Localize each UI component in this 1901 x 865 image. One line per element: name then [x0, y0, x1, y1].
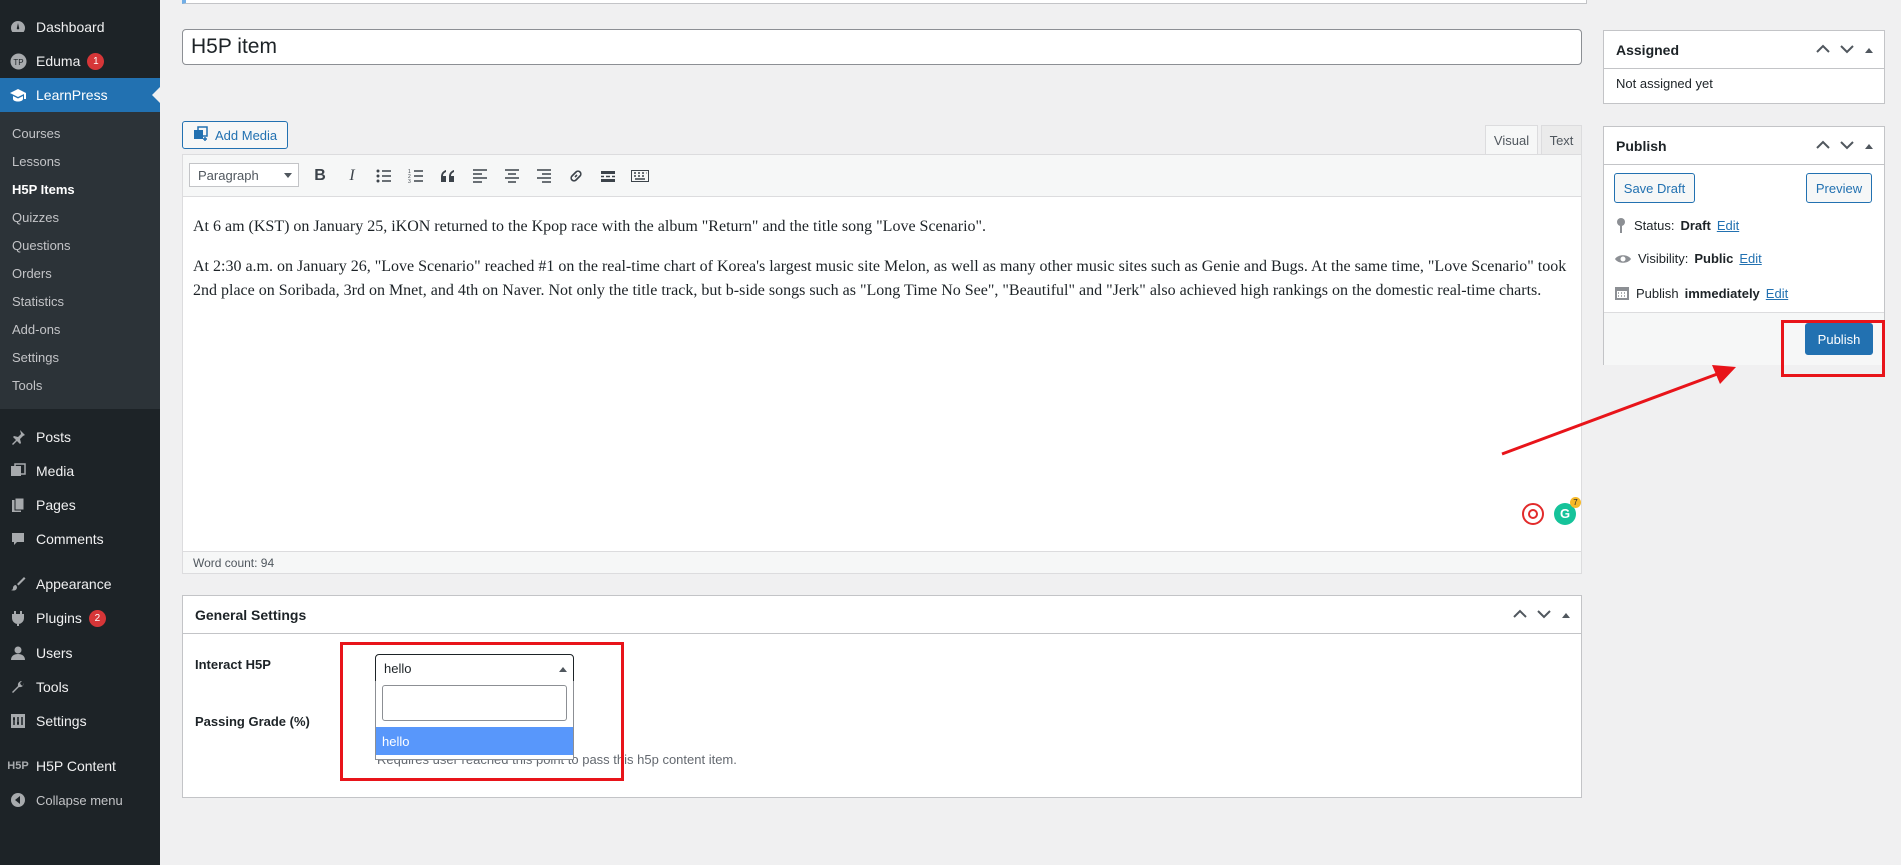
- annotation-arrow: [1501, 365, 1736, 456]
